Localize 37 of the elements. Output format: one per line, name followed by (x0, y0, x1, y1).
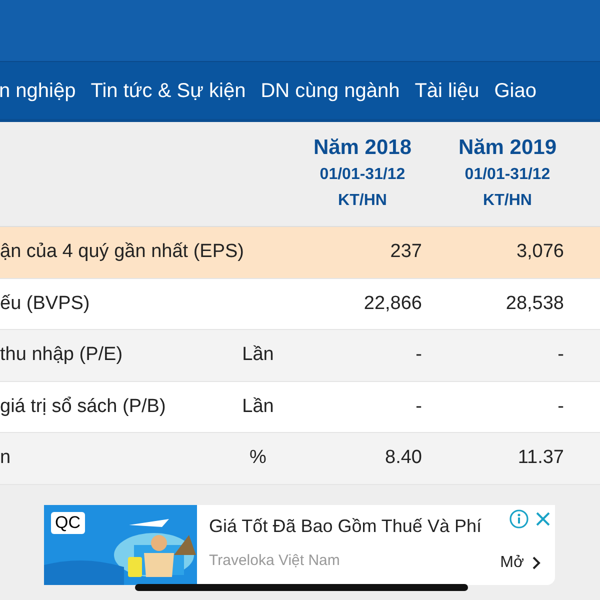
row-label: giá trị sổ sách (P/B) (0, 394, 166, 419)
value-cell-text: - (416, 394, 422, 418)
unit-cell-text: % (250, 446, 266, 470)
nav-link[interactable]: Giao (494, 76, 536, 106)
nav-link[interactable]: DN cùng ngành (260, 76, 400, 106)
info-icon[interactable] (509, 508, 529, 528)
column-year: Năm 2019 (458, 135, 557, 161)
ad-badge: QC (51, 512, 84, 534)
value-cell-text: - (558, 343, 564, 367)
column-year: Năm 2018 (313, 135, 412, 161)
nav-link[interactable]: Tin tức & Sự kiện (90, 76, 246, 106)
value-cell-text: - (558, 394, 564, 418)
nav-link[interactable]: n nghiệp (0, 76, 76, 106)
open-button[interactable]: Mở (500, 550, 541, 574)
value-cell-text: 3,076 (516, 240, 564, 264)
nav-link[interactable]: Tài liệu (414, 76, 480, 106)
ad-banner[interactable]: QC Giá Tốt Đã Bao Gồm Thuế Và Phí Traveloka Việt Nam Mở (44, 504, 555, 584)
value-cell-text: 237 (390, 240, 422, 264)
row-label: ếu (BVPS) (0, 292, 90, 316)
value-cell-text: - (416, 343, 422, 367)
value-cell-text: 11.37 (518, 446, 564, 470)
column-type: KT/HN (338, 191, 387, 211)
ad-title: Giá Tốt Đã Bao Gồm Thuế Và Phí (209, 514, 482, 538)
value-cell-text: 22,866 (364, 292, 422, 316)
close-icon[interactable] (535, 510, 551, 526)
row-label: ận của 4 quý gần nhất (EPS) (0, 240, 244, 264)
chevron-right-icon (532, 556, 541, 570)
column-type: KT/HN (483, 191, 532, 211)
ad-subtitle: Traveloka Việt Nam (209, 552, 340, 570)
unit-cell-text: Lần (242, 343, 274, 367)
unit-cell-text: Lần (242, 394, 274, 418)
row-label: thu nhập (P/E) (0, 343, 123, 368)
column-period: 01/01-31/12 (320, 165, 406, 185)
value-cell-text: 8.40 (385, 446, 422, 470)
value-cell-text: 28,538 (506, 292, 564, 316)
column-period: 01/01-31/12 (464, 165, 550, 185)
row-label: n (0, 446, 11, 470)
